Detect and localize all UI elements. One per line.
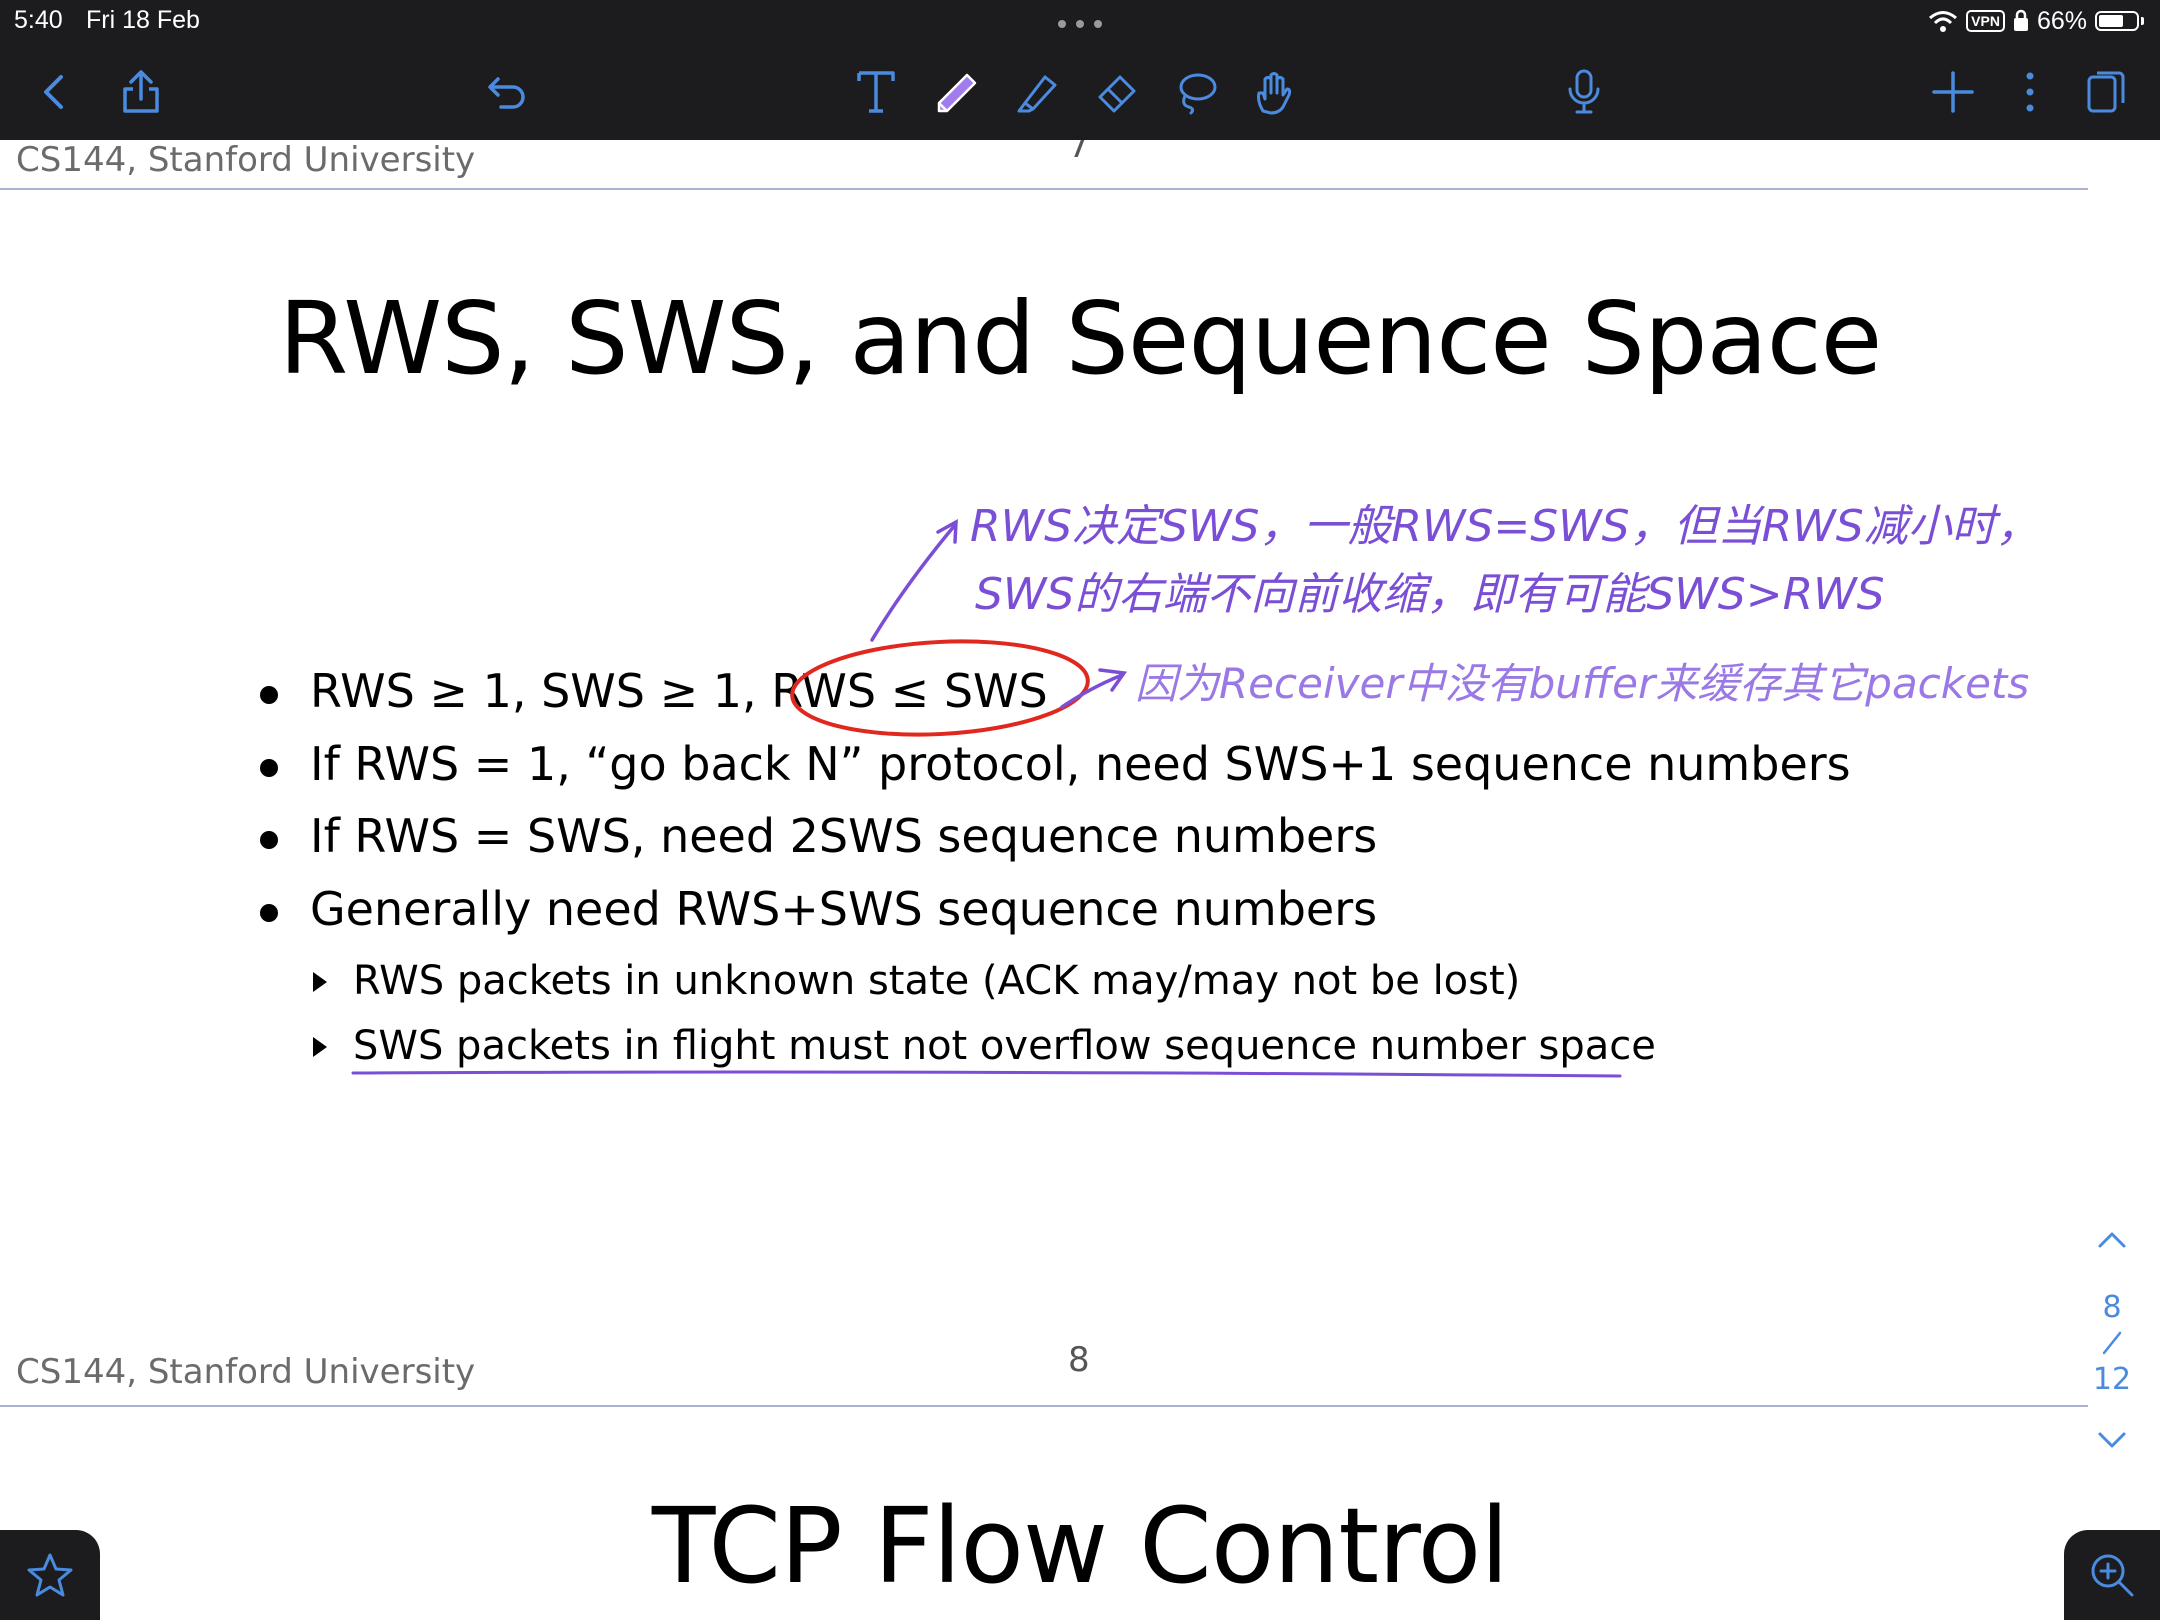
page-up-icon[interactable] (2096, 1228, 2128, 1250)
red-circle-annotation (790, 639, 1090, 737)
battery-icon (2095, 11, 2139, 31)
highlighter-tool-icon (1017, 75, 1057, 113)
eraser-tool-icon (1098, 75, 1136, 113)
undo-icon (488, 77, 525, 109)
back-button[interactable] (24, 62, 84, 122)
arrow-to-note-1 (870, 518, 958, 642)
page-separator-bottom (0, 1405, 2088, 1407)
status-indicators: VPN 66% (1928, 4, 2144, 38)
document-view[interactable]: CS144, Stanford University 7 RWS, SWS, a… (0, 140, 2160, 1620)
pen-tool-button[interactable] (928, 62, 988, 122)
next-slide-title: TCP Flow Control (651, 1485, 1509, 1607)
wifi-icon (1929, 11, 1958, 32)
handwritten-note-3: 因为Receiver中没有buffer来缓存其它packets (1135, 659, 2030, 708)
share-button[interactable] (111, 62, 171, 122)
multitasking-dots-icon[interactable] (1052, 8, 1108, 38)
slide-page-number: 8 (1068, 1340, 1090, 1380)
lasso-tool-icon (1179, 73, 1217, 115)
lasso-tool-button[interactable] (1166, 62, 1226, 122)
page-nav-total: 12 (2092, 1362, 2132, 1397)
battery-tip (2141, 17, 2144, 25)
battery-percent: 66% (2036, 6, 2087, 35)
eraser-tool-button[interactable] (1087, 62, 1147, 122)
pages-icon (2087, 71, 2125, 113)
page-down-icon[interactable] (2096, 1430, 2128, 1452)
microphone-button[interactable] (1554, 62, 1614, 122)
highlighter-tool-button[interactable] (1008, 62, 1068, 122)
vpn-badge: VPN (1966, 10, 2005, 32)
star-icon (27, 1553, 73, 1597)
zoom-in-icon (2091, 1554, 2134, 1597)
page-nav-current: 8 (2102, 1290, 2122, 1325)
handwritten-note-1: RWS决定SWS，一般RWS=SWS，但当RWS减小时， (970, 501, 2040, 552)
zoom-button[interactable] (2064, 1530, 2160, 1620)
underline-annotation (351, 1070, 1622, 1078)
hand-tool-button[interactable] (1244, 62, 1304, 122)
back-chevron-icon (44, 75, 63, 109)
top-chrome: 5:40 Fri 18 Feb VPN 66% (0, 0, 2160, 140)
arrow-to-note-2 (1060, 668, 1128, 709)
status-time: 5:40 (14, 6, 63, 34)
more-icon (2026, 72, 2034, 112)
add-icon (1932, 71, 1974, 113)
hand-tool-icon (1257, 72, 1292, 115)
annotation-ink (351, 518, 1622, 1078)
more-button[interactable] (2000, 62, 2060, 122)
text-tool-button[interactable] (846, 62, 906, 122)
slide-footer: CS144, Stanford University (16, 1352, 476, 1392)
favorite-button[interactable] (0, 1530, 100, 1620)
undo-button[interactable] (478, 62, 538, 122)
lock-rotation-icon (2013, 9, 2028, 31)
text-tool-icon (857, 71, 895, 113)
microphone-icon (1568, 69, 1600, 114)
status-date: Fri 18 Feb (86, 6, 200, 34)
pen-tool-icon (937, 73, 977, 113)
share-icon (123, 70, 159, 113)
add-page-button[interactable] (1923, 62, 1983, 122)
handwritten-note-2: SWS的右端不向前收缩，即有可能SWS>RWS (975, 569, 1885, 620)
pages-button[interactable] (2076, 62, 2136, 122)
page-nav-separator (2102, 1331, 2122, 1355)
